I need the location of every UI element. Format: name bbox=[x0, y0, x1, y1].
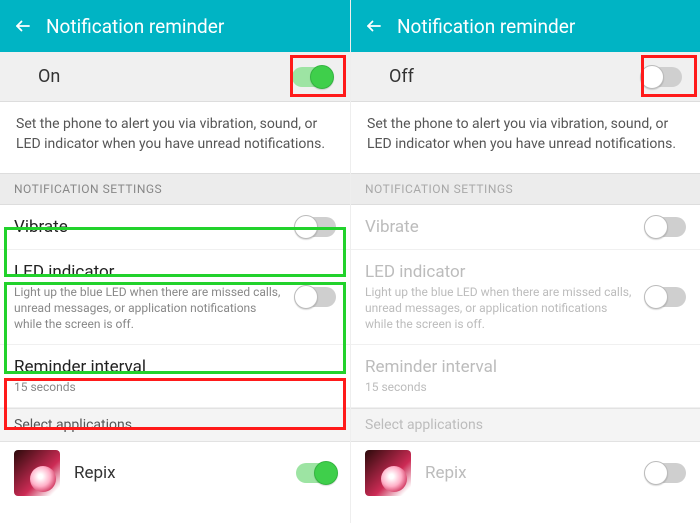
master-switch-label: Off bbox=[389, 66, 414, 87]
vibrate-row[interactable]: Vibrate bbox=[351, 205, 700, 250]
app-toggle-repix[interactable] bbox=[296, 463, 336, 483]
select-applications-label: Select applications bbox=[14, 417, 132, 433]
vibrate-toggle[interactable] bbox=[646, 217, 686, 237]
back-icon[interactable] bbox=[365, 17, 383, 35]
led-indicator-toggle[interactable] bbox=[296, 287, 336, 307]
reminder-interval-value: 15 seconds bbox=[14, 379, 146, 395]
vibrate-toggle[interactable] bbox=[296, 217, 336, 237]
select-applications-label: Select applications bbox=[365, 417, 483, 433]
vibrate-row[interactable]: Vibrate bbox=[0, 205, 350, 250]
app-icon-repix bbox=[365, 450, 411, 496]
master-toggle[interactable] bbox=[292, 67, 332, 87]
section-header-notification-settings: NOTIFICATION SETTINGS bbox=[0, 173, 350, 205]
page-title: Notification reminder bbox=[46, 15, 224, 38]
reminder-interval-label: Reminder interval bbox=[14, 357, 146, 377]
right-pane: Notification reminder Off Set the phone … bbox=[350, 0, 700, 523]
master-switch-row[interactable]: On bbox=[0, 52, 350, 102]
select-applications-header[interactable]: Select applications bbox=[351, 408, 700, 442]
description-text: Set the phone to alert you via vibration… bbox=[351, 102, 700, 173]
reminder-interval-label: Reminder interval bbox=[365, 357, 497, 377]
led-indicator-row[interactable]: LED indicator Light up the blue LED when… bbox=[351, 250, 700, 346]
app-header: Notification reminder bbox=[0, 0, 350, 52]
vibrate-label: Vibrate bbox=[365, 217, 419, 237]
led-indicator-row[interactable]: LED indicator Light up the blue LED when… bbox=[0, 250, 350, 346]
master-switch-row[interactable]: Off bbox=[351, 52, 700, 102]
left-pane: Notification reminder On Set the phone t… bbox=[0, 0, 350, 523]
reminder-interval-value: 15 seconds bbox=[365, 379, 497, 395]
led-indicator-toggle[interactable] bbox=[646, 287, 686, 307]
description-text: Set the phone to alert you via vibration… bbox=[0, 102, 350, 173]
app-name-repix: Repix bbox=[74, 463, 282, 483]
app-toggle-repix[interactable] bbox=[646, 463, 686, 483]
app-row-repix[interactable]: Repix bbox=[351, 442, 700, 510]
reminder-interval-row[interactable]: Reminder interval 15 seconds bbox=[0, 345, 350, 408]
app-row-repix[interactable]: Repix bbox=[0, 442, 350, 510]
led-indicator-sub: Light up the blue LED when there are mis… bbox=[365, 284, 636, 333]
back-icon[interactable] bbox=[14, 17, 32, 35]
page-title: Notification reminder bbox=[397, 15, 575, 38]
reminder-interval-row[interactable]: Reminder interval 15 seconds bbox=[351, 345, 700, 408]
led-indicator-label: LED indicator bbox=[14, 262, 286, 282]
select-applications-header[interactable]: Select applications bbox=[0, 408, 350, 442]
section-header-notification-settings: NOTIFICATION SETTINGS bbox=[351, 173, 700, 205]
app-icon-repix bbox=[14, 450, 60, 496]
app-header: Notification reminder bbox=[351, 0, 700, 52]
master-switch-label: On bbox=[38, 66, 60, 87]
led-indicator-label: LED indicator bbox=[365, 262, 636, 282]
vibrate-label: Vibrate bbox=[14, 217, 68, 237]
app-name-repix: Repix bbox=[425, 463, 632, 483]
master-toggle[interactable] bbox=[642, 67, 682, 87]
led-indicator-sub: Light up the blue LED when there are mis… bbox=[14, 284, 286, 333]
